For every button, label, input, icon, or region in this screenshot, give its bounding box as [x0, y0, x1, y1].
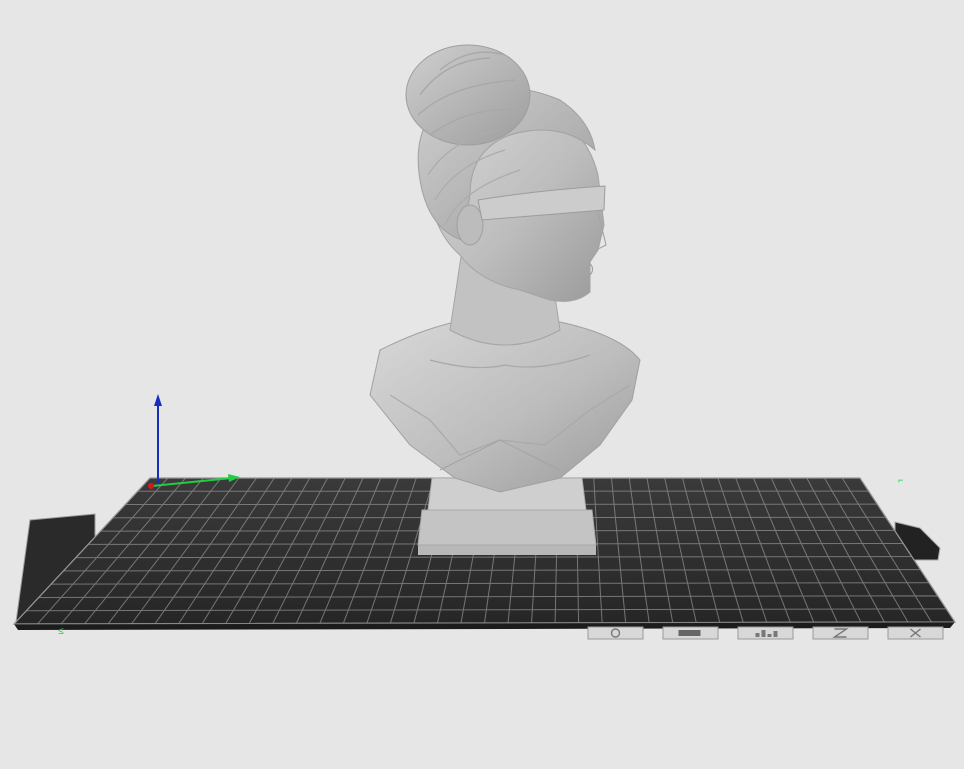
bed-front-marker: ≤ [58, 627, 64, 638]
chart-bed-button[interactable] [737, 626, 794, 640]
bust-ear [456, 204, 484, 246]
bed-right-marker: ⌐ [898, 476, 903, 486]
bust-plinth [418, 545, 596, 555]
axis-origin [148, 483, 154, 489]
scene-canvas[interactable]: ≤ ⌐ [0, 0, 964, 769]
bed-button-bar [587, 626, 944, 640]
z-axis-arrow [154, 394, 162, 406]
bust-plinth-top [417, 509, 597, 546]
z-axis-bed-button[interactable] [812, 626, 869, 640]
3d-viewport[interactable]: ≤ ⌐ [0, 0, 964, 769]
gear-bed-button[interactable] [587, 626, 644, 640]
axis-gizmo [148, 394, 240, 489]
battery-bed-button[interactable] [662, 626, 719, 640]
bust-torso [369, 321, 641, 493]
close-bed-button[interactable] [887, 626, 944, 640]
bust-hair-bun [405, 44, 531, 146]
battery-icon [678, 630, 701, 636]
